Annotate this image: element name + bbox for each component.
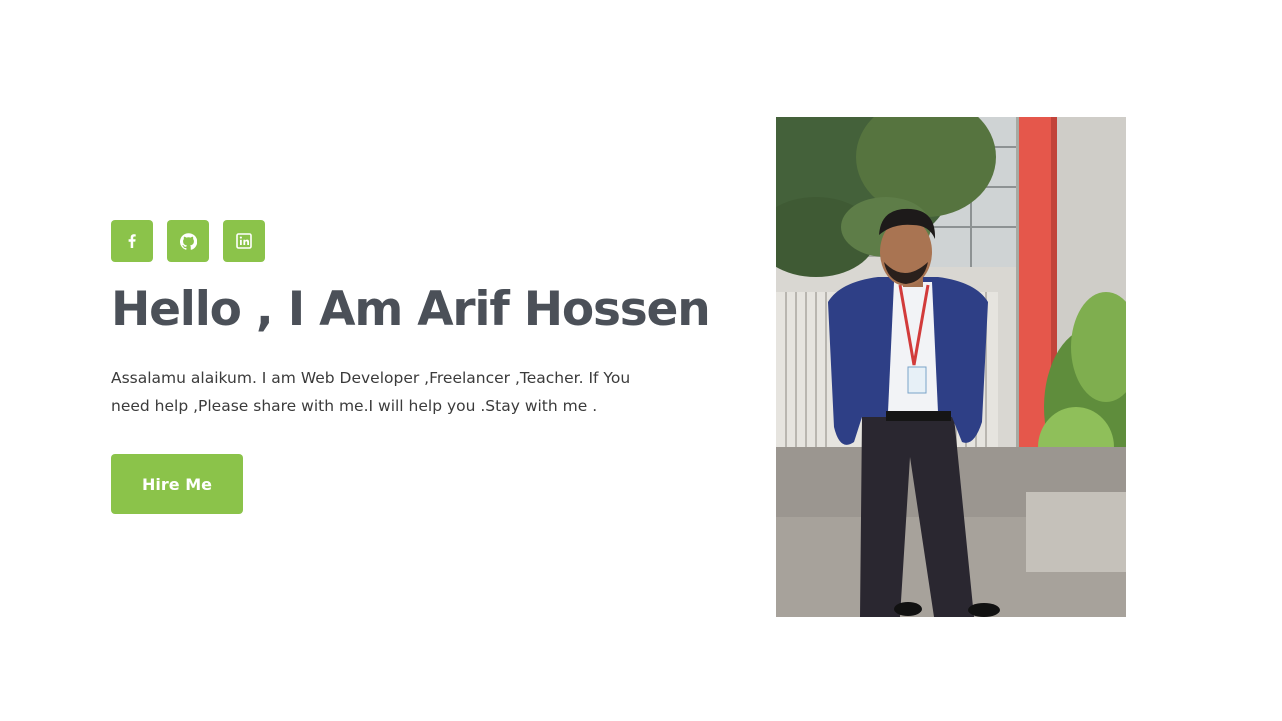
hero-intro-text: Assalamu alaikum. I am Web Developer ,Fr…: [111, 369, 631, 415]
profile-photo: [776, 117, 1126, 617]
hero-text-block: Hello , I Am Arif Hossen Assalamu alaiku…: [111, 220, 731, 514]
facebook-icon: [124, 233, 140, 249]
social-links: [111, 220, 731, 262]
linkedin-link[interactable]: [223, 220, 265, 262]
hero-headline: Hello , I Am Arif Hossen: [111, 282, 711, 337]
github-link[interactable]: [167, 220, 209, 262]
hire-me-button[interactable]: Hire Me: [111, 454, 243, 514]
linkedin-icon: [236, 233, 252, 249]
facebook-link[interactable]: [111, 220, 153, 262]
github-icon: [179, 232, 197, 250]
hero-section: Hello , I Am Arif Hossen Assalamu alaiku…: [0, 0, 1282, 721]
